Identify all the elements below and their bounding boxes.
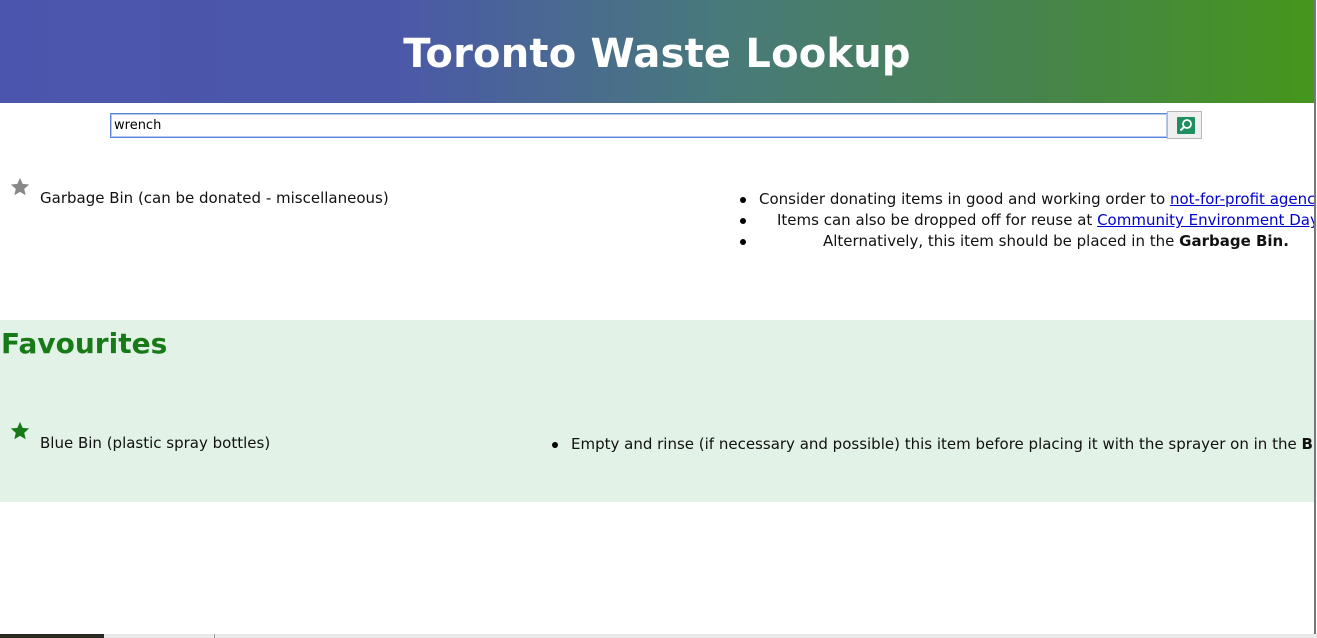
taskbar-strip (0, 634, 1317, 638)
bullet (552, 442, 558, 448)
favourites-section: Favourites Blue Bin (plastic spray bottl… (0, 320, 1314, 502)
star-icon[interactable] (9, 176, 31, 202)
favourites-heading: Favourites (1, 327, 168, 360)
search-button[interactable] (1167, 111, 1202, 139)
favourite-title: Blue Bin (plastic spray bottles) (40, 434, 271, 452)
search-icon (1177, 117, 1195, 134)
bullet (740, 218, 746, 224)
search-input[interactable] (110, 113, 1168, 138)
description-item: Items can also be dropped off for reuse … (740, 210, 1314, 231)
description-item: Alternatively, this item should be place… (740, 231, 1314, 252)
star-icon[interactable] (9, 420, 31, 446)
community-environment-days-link[interactable]: Community Environment Days (1097, 211, 1314, 229)
bullet (740, 197, 746, 203)
description-item: Consider donating items in good and work… (740, 189, 1314, 210)
page-header: Toronto Waste Lookup (0, 0, 1314, 103)
result-description: Consider donating items in good and work… (740, 189, 1314, 252)
bullet (740, 239, 746, 245)
result-title: Garbage Bin (can be donated - miscellane… (40, 189, 389, 207)
description-item: Empty and rinse (if necessary and possib… (552, 434, 1314, 455)
page-title: Toronto Waste Lookup (403, 31, 911, 77)
favourite-description: Empty and rinse (if necessary and possib… (552, 434, 1314, 455)
not-for-profit-agencies-link[interactable]: not-for-profit agencies (1170, 190, 1314, 208)
app-window: Toronto Waste Lookup Garbage Bin (can be… (0, 0, 1316, 636)
